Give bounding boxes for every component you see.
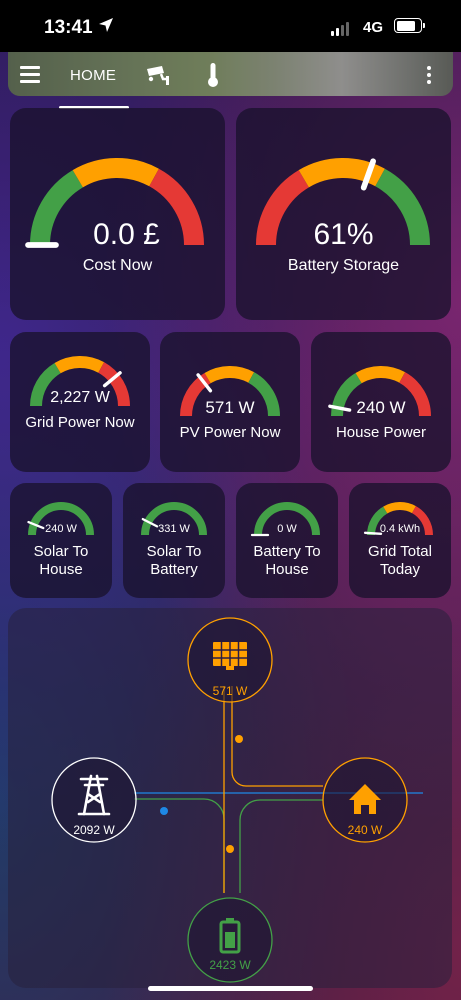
gauge-label: Solar To House <box>33 543 89 578</box>
gauge-segment <box>72 158 159 188</box>
gauge-arc <box>256 158 430 246</box>
flow-dot <box>226 845 234 853</box>
gauge-value: 0.0 £ <box>93 218 160 251</box>
solar-to-home-line <box>231 686 323 787</box>
location-arrow-icon <box>99 18 113 32</box>
gauge-arc <box>250 502 320 537</box>
gauge-label: Battery Storage <box>287 257 400 274</box>
status-bar: 13:41 4G <box>0 0 461 52</box>
solar-value: 571 W <box>212 684 248 698</box>
gauge-value: 0.4 kWh <box>379 523 421 535</box>
gauge-label: Grid Power Now <box>25 414 135 431</box>
gauge-value: 61% <box>313 218 374 251</box>
gauge-label: Grid Total Today <box>368 543 432 578</box>
gauge-label: Solar To Battery <box>146 543 202 578</box>
network-type: 4G <box>363 19 384 36</box>
gauge-arc <box>363 502 433 536</box>
battery-value: 2423 W <box>209 958 251 972</box>
gauge-card-grid-total-today[interactable]: 0.4 kWh Grid Total Today <box>349 483 451 598</box>
cctv-camera-icon[interactable] <box>145 65 171 87</box>
tab-home[interactable]: HOME <box>70 67 116 84</box>
battery-to-home-line <box>239 799 323 893</box>
gauge-label: House Power <box>335 424 427 441</box>
signal-icon <box>331 22 349 36</box>
flow-dot <box>160 807 168 815</box>
solar-panel-icon <box>213 642 247 670</box>
flow-dot <box>235 735 243 743</box>
gauge-card-pv-power-now[interactable]: 571 W PV Power Now <box>160 332 300 472</box>
gauge-value: 2,227 W <box>50 389 110 406</box>
gauge-value: 240 W <box>45 523 77 535</box>
gauge-arc <box>141 502 207 536</box>
home-indicator[interactable] <box>148 986 313 991</box>
gauge-label: Battery To House <box>253 543 321 578</box>
gauge-segment <box>54 356 105 374</box>
power-flow-card[interactable]: 571 W 2092 W 240 W 2423 W <box>8 608 452 988</box>
status-time: 13:41 <box>44 17 93 38</box>
gauge-segment <box>204 366 255 384</box>
gauge-card-battery-to-house[interactable]: 0 W Battery To House <box>236 483 338 598</box>
gauge-label: PV Power Now <box>179 424 281 441</box>
thermometer-icon[interactable] <box>206 62 220 88</box>
grid-to-battery-line <box>134 798 225 893</box>
gauge-card-battery-storage[interactable]: 61% Battery Storage <box>236 108 451 320</box>
gauge-card-grid-power-now[interactable]: 2,227 W Grid Power Now <box>10 332 150 472</box>
gauge-label: Cost Now <box>82 257 153 274</box>
battery-status-icon <box>394 18 425 33</box>
gauge-card-house-power[interactable]: 240 W House Power <box>311 332 451 472</box>
gauge-segment <box>355 366 406 384</box>
gauge-arc <box>25 158 204 248</box>
gauge-card-solar-to-battery[interactable]: 331 W Solar To Battery <box>123 483 225 598</box>
gauge-value: 331 W <box>158 523 190 535</box>
gauge-value: 571 W <box>205 398 255 417</box>
gauge-segment <box>383 502 416 514</box>
gauge-card-solar-to-house[interactable]: 240 W Solar To House <box>10 483 112 598</box>
gauge-card-cost-now[interactable]: 0.0 £ Cost Now <box>10 108 225 320</box>
grid-value: 2092 W <box>73 823 115 837</box>
more-vert-icon[interactable] <box>427 66 431 87</box>
home-value: 240 W <box>347 823 383 837</box>
top-nav-bar: HOME <box>8 52 453 96</box>
gauge-value: 240 W <box>356 398 406 417</box>
gauge-arc <box>27 502 94 536</box>
power-flow-diagram <box>51 617 423 983</box>
gauge-value: 0 W <box>277 523 297 535</box>
hamburger-menu-icon[interactable] <box>20 66 40 87</box>
